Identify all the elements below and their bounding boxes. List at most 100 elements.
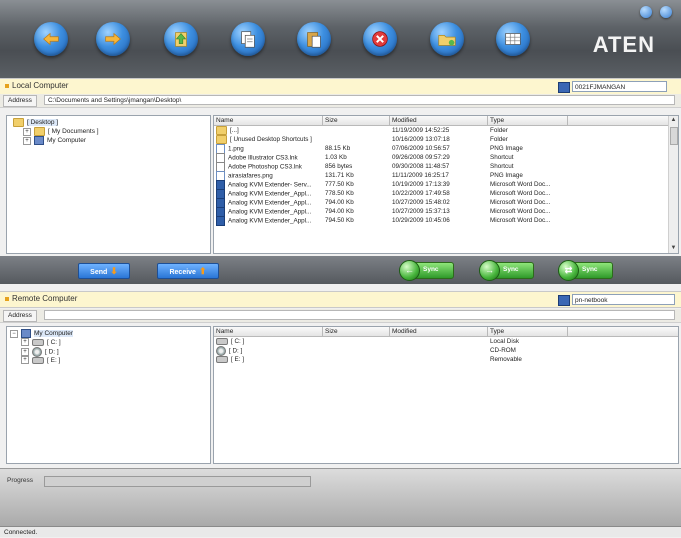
remote-folder-tree: − My Computer +[ C: ] +[ D: ] +[ E: ]: [6, 326, 211, 464]
collapse-icon[interactable]: −: [10, 329, 18, 338]
table-row[interactable]: Adobe Illustrator CS3.lnk 1.03 Kb 09/26/20…: [214, 153, 678, 163]
folder-icon: [438, 34, 456, 46]
cell-type: Local Disk: [490, 338, 520, 345]
local-scrollbar[interactable]: ▲ ▼: [668, 116, 678, 253]
drive-icon: [216, 337, 228, 345]
paste-icon: [307, 32, 321, 48]
folder-icon: [216, 135, 227, 144]
arrow-up-icon: [175, 32, 187, 47]
col-name[interactable]: Name: [214, 327, 323, 336]
folder-icon: [34, 127, 45, 136]
forward-button[interactable]: [96, 22, 130, 56]
folder-icon: [216, 126, 227, 135]
table-row[interactable]: [ C: ] Local Disk: [214, 337, 678, 346]
sync-left-button[interactable]: ← Sync: [399, 260, 454, 281]
col-modified[interactable]: Modified: [390, 327, 488, 336]
minimize-button[interactable]: [640, 6, 652, 18]
expand-icon[interactable]: +: [23, 127, 31, 136]
arrow-up-icon: ⬆: [198, 266, 207, 276]
table-row[interactable]: Analog KVM Extender_Appl... 794.50 Kb 10/2…: [214, 216, 678, 226]
cell-modified: 09/30/2008 11:48:57: [392, 163, 450, 170]
copy-button[interactable]: [231, 22, 265, 56]
sync-both-button[interactable]: ⇄ Sync: [558, 260, 613, 281]
table-row[interactable]: Analog KVM Extender_Appl... 778.50 Kb 10/2…: [214, 189, 678, 199]
drive-icon: [32, 356, 44, 364]
cell-name: [ C: ]: [216, 337, 322, 346]
local-address-label: Address: [3, 95, 37, 107]
expand-icon[interactable]: +: [21, 348, 29, 356]
col-name[interactable]: Name: [214, 116, 323, 125]
cell-name: [ E: ]: [216, 355, 322, 364]
cell-modified: 10/22/2009 17:49:58: [392, 190, 450, 197]
col-type[interactable]: Type: [488, 327, 568, 336]
tree-item-my-documents[interactable]: +[ My Documents ]: [23, 127, 99, 136]
col-type[interactable]: Type: [488, 116, 568, 125]
tree-item-drive-e[interactable]: +[ E: ]: [21, 356, 60, 365]
table-row[interactable]: Analog KVM Extender- Serv... 777.50 Kb 10/…: [214, 180, 678, 190]
remote-address-label: Address: [3, 310, 37, 322]
cell-size: 794.00 Kb: [325, 199, 354, 206]
expand-icon[interactable]: +: [21, 356, 29, 365]
local-computer-name[interactable]: 0021FJMANGAN: [572, 81, 667, 92]
cell-size: 777.50 Kb: [325, 181, 354, 188]
receive-button[interactable]: Receive ⬆: [157, 263, 219, 279]
cell-type: PNG Image: [490, 172, 523, 179]
aten-logo: ATEN: [592, 32, 655, 57]
new-folder-button[interactable]: [430, 22, 464, 56]
table-row[interactable]: [ D: ] CD-ROM: [214, 346, 678, 356]
scroll-thumb[interactable]: [670, 127, 678, 145]
cell-name: Analog KVM Extender_Appl...: [216, 216, 322, 226]
cell-modified: 11/11/2009 16:25:17: [392, 172, 449, 179]
cell-size: 794.50 Kb: [325, 217, 354, 224]
scroll-up-icon[interactable]: ▲: [669, 116, 678, 125]
cell-name: [...]: [216, 126, 322, 135]
cell-type: Folder: [490, 136, 508, 143]
remote-computer-name[interactable]: pn-netbook: [572, 294, 675, 305]
back-button[interactable]: [34, 22, 68, 56]
paste-button[interactable]: [297, 22, 331, 56]
cell-modified: 10/29/2009 10:45:06: [392, 217, 450, 224]
table-row[interactable]: Analog KVM Extender_Appl... 794.00 Kb 10/2…: [214, 198, 678, 208]
expand-icon[interactable]: +: [23, 136, 31, 145]
cell-type: Microsoft Word Doc...: [490, 217, 551, 224]
col-size[interactable]: Size: [323, 327, 390, 336]
send-button[interactable]: Send ⬇: [78, 263, 130, 279]
sync-right-button[interactable]: → Sync: [479, 260, 534, 281]
transfer-bar: Send ⬇ Receive ⬆ ← Sync → Sync ⇄ Sync: [0, 256, 681, 284]
delete-button[interactable]: [363, 22, 397, 56]
cell-modified: 10/27/2009 15:37:13: [392, 208, 450, 215]
remote-computer-title: Remote Computer: [12, 294, 78, 303]
scroll-down-icon[interactable]: ▼: [669, 244, 678, 253]
table-row[interactable]: Adobe Photoshop CS3.lnk 856 bytes 09/30/20…: [214, 162, 678, 172]
expand-icon[interactable]: +: [21, 338, 29, 347]
col-modified[interactable]: Modified: [390, 116, 488, 125]
table-row[interactable]: airasiafares.png 131.71 Kb 11/11/2009 16:2…: [214, 171, 678, 181]
up-folder-button[interactable]: [164, 22, 198, 56]
col-size[interactable]: Size: [323, 116, 390, 125]
table-row[interactable]: 1.png 88.15 Kb 07/06/2009 10:56:57 PNG Imag…: [214, 144, 678, 154]
close-window-button[interactable]: [660, 6, 672, 18]
tree-item-desktop[interactable]: [ Desktop ]: [13, 118, 59, 127]
grid-icon: [505, 33, 521, 45]
folder-icon: [13, 118, 24, 127]
arrow-left-icon: [43, 32, 59, 46]
cell-size: 1.03 Kb: [325, 154, 347, 161]
tree-item-my-computer[interactable]: + My Computer: [23, 136, 86, 145]
tree-item-my-computer[interactable]: − My Computer: [10, 329, 74, 338]
remote-address-input[interactable]: [44, 310, 675, 320]
table-row[interactable]: Analog KVM Extender_Appl... 794.00 Kb 10/2…: [214, 207, 678, 217]
table-row[interactable]: [ Unused Desktop Shortcuts ] 10/16/2009 1…: [214, 135, 678, 144]
arrow-right-icon: [105, 32, 121, 46]
sync-left-icon: ←: [399, 260, 420, 281]
cell-size: 794.00 Kb: [325, 208, 354, 215]
remote-list-header: Name Size Modified Type: [214, 327, 678, 337]
remote-address-row: Address: [0, 309, 681, 323]
cell-type: CD-ROM: [490, 347, 516, 354]
tree-item-drive-c[interactable]: +[ C: ]: [21, 338, 61, 347]
table-row[interactable]: [ E: ] Removable: [214, 355, 678, 364]
cell-modified: 10/16/2009 13:07:18: [392, 136, 450, 143]
table-row[interactable]: [...] 11/19/2009 14:52:25 Folder: [214, 126, 678, 135]
view-button[interactable]: [496, 22, 530, 56]
local-address-input[interactable]: C:\Documents and Settings\jmangan\Deskto…: [44, 95, 675, 105]
cell-type: Microsoft Word Doc...: [490, 199, 551, 206]
